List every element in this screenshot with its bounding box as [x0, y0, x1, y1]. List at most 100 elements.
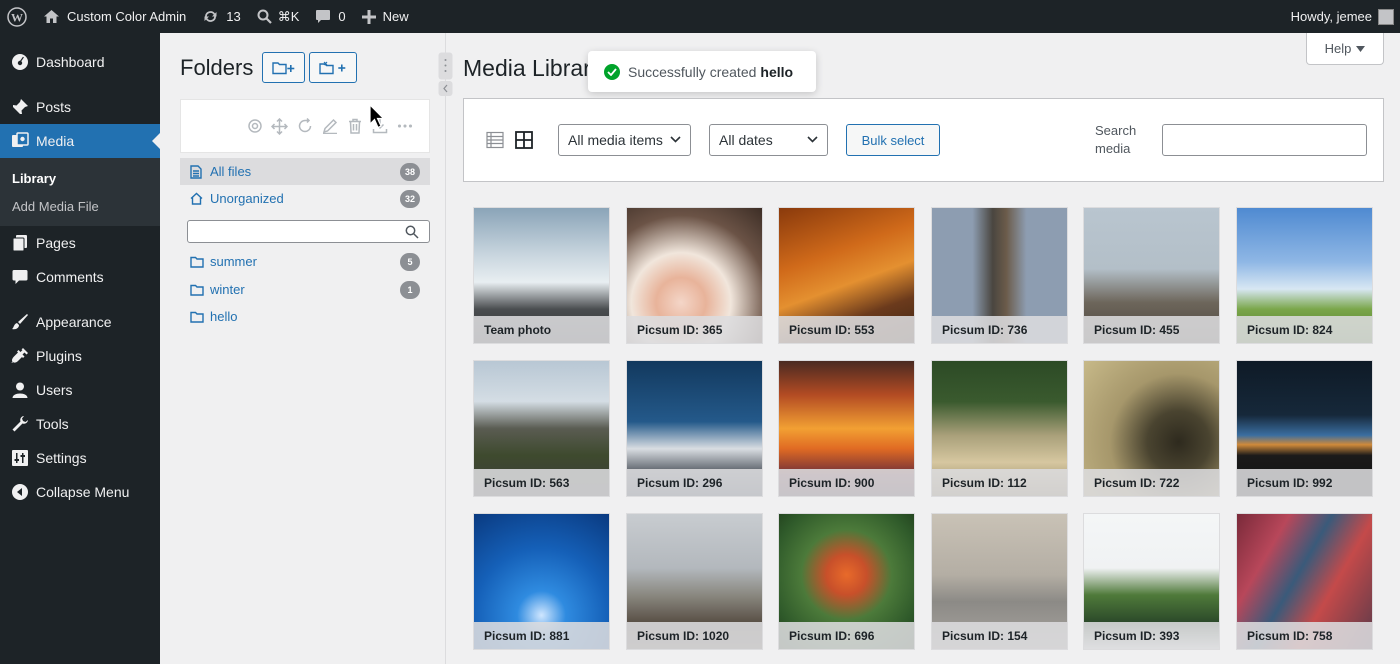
- comments-link[interactable]: 0: [307, 0, 353, 33]
- folder-label-unorganized: Unorganized: [210, 191, 284, 206]
- media-caption: Picsum ID: 112: [932, 469, 1067, 496]
- list-view-icon[interactable]: [485, 130, 505, 150]
- media-filter-toolbar: All media items All dates Bulk select Se…: [463, 98, 1384, 182]
- menu-item-appearance[interactable]: Appearance: [0, 305, 160, 339]
- folder-toolbar: [180, 99, 430, 153]
- howdy-text: Howdy, jemee: [1290, 9, 1372, 24]
- bulk-select-button[interactable]: Bulk select: [846, 124, 940, 156]
- menu-item-users[interactable]: Users: [0, 373, 160, 407]
- media-tile[interactable]: Picsum ID: 296: [626, 360, 763, 497]
- trash-icon[interactable]: [346, 118, 363, 135]
- comments-icon: [10, 267, 30, 287]
- submenu-add-media-file[interactable]: Add Media File: [0, 192, 160, 220]
- media-tile[interactable]: Picsum ID: 154: [931, 513, 1068, 650]
- folder-unorganized[interactable]: Unorganized 32: [180, 185, 430, 212]
- folder-label-summer: summer: [210, 254, 257, 269]
- folder-item-summer[interactable]: summer 5: [180, 248, 430, 275]
- dashboard-icon: [10, 52, 30, 72]
- menu-item-dashboard[interactable]: Dashboard: [0, 45, 160, 79]
- new-content-link[interactable]: New: [354, 0, 417, 33]
- media-tile[interactable]: Picsum ID: 1020: [626, 513, 763, 650]
- help-button[interactable]: Help: [1306, 33, 1384, 65]
- menu-item-plugins[interactable]: Plugins: [0, 339, 160, 373]
- media-tile[interactable]: Picsum ID: 992: [1236, 360, 1373, 497]
- menu-label-appearance: Appearance: [36, 314, 112, 330]
- media-caption: Picsum ID: 154: [932, 622, 1067, 649]
- folder-plus-icon: [271, 61, 296, 75]
- submenu-library[interactable]: Library: [0, 164, 160, 192]
- menu-item-pages[interactable]: Pages: [0, 226, 160, 260]
- media-tile[interactable]: Picsum ID: 365: [626, 207, 763, 344]
- admin-sidebar: Dashboard Posts Media Library Add Media …: [0, 33, 160, 664]
- site-name: Custom Color Admin: [67, 9, 187, 24]
- folder-label-hello: hello: [210, 309, 238, 324]
- rename-pencil-icon[interactable]: [321, 118, 338, 135]
- folder-item-hello[interactable]: hello: [180, 303, 430, 330]
- sort-folders-button[interactable]: [309, 52, 357, 83]
- account-menu[interactable]: Howdy, jemee: [1283, 0, 1400, 33]
- media-tile[interactable]: Picsum ID: 824: [1236, 207, 1373, 344]
- media-tile[interactable]: Picsum ID: 722: [1083, 360, 1220, 497]
- menu-label-media: Media: [36, 133, 75, 149]
- media-caption: Picsum ID: 992: [1237, 469, 1372, 496]
- media-tile[interactable]: Picsum ID: 758: [1236, 513, 1373, 650]
- media-tile[interactable]: Picsum ID: 563: [473, 360, 610, 497]
- file-icon: [190, 164, 204, 179]
- media-tile[interactable]: Picsum ID: 553: [778, 207, 915, 344]
- media-tile[interactable]: Picsum ID: 696: [778, 513, 915, 650]
- media-tile[interactable]: Picsum ID: 393: [1083, 513, 1220, 650]
- folder-icon: [190, 283, 204, 297]
- media-caption: Picsum ID: 296: [627, 469, 762, 496]
- media-caption: Picsum ID: 824: [1237, 316, 1372, 343]
- admin-bar: W Custom Color Admin 13 ⌘K 0 New Howdy, …: [0, 0, 1400, 33]
- menu-item-tools[interactable]: Tools: [0, 407, 160, 441]
- menu-label-posts: Posts: [36, 99, 72, 115]
- folder-label-winter: winter: [210, 282, 245, 297]
- media-caption: Picsum ID: 900: [779, 469, 914, 496]
- search-media-label: Search media: [1095, 123, 1137, 156]
- new-label: New: [382, 9, 409, 24]
- grid-view-icon[interactable]: [514, 130, 534, 150]
- settings-gear-icon[interactable]: [246, 118, 263, 135]
- folder-item-winter[interactable]: winter 1: [180, 276, 430, 303]
- updates-icon: [202, 8, 219, 25]
- media-tile[interactable]: Picsum ID: 881: [473, 513, 610, 650]
- search-media-input[interactable]: [1162, 124, 1367, 156]
- folder-icon: [190, 310, 204, 324]
- media-caption: Picsum ID: 393: [1084, 622, 1219, 649]
- new-folder-button[interactable]: [262, 52, 305, 83]
- updates-link[interactable]: 13: [194, 0, 248, 33]
- svg-text:W: W: [11, 10, 23, 24]
- media-tile[interactable]: Team photo: [473, 207, 610, 344]
- site-name-link[interactable]: Custom Color Admin: [35, 0, 194, 33]
- folder-label-all-files: All files: [210, 164, 252, 179]
- menu-item-settings[interactable]: Settings: [0, 441, 160, 475]
- date-filter[interactable]: All dates: [709, 124, 828, 156]
- folders-panel: Folders All files 38 Unorganized 32 summ…: [160, 33, 446, 664]
- media-tile[interactable]: Picsum ID: 455: [1083, 207, 1220, 344]
- move-icon[interactable]: [271, 117, 288, 135]
- media-icon: [10, 131, 30, 151]
- menu-item-media[interactable]: Media: [0, 124, 160, 158]
- media-tile[interactable]: Picsum ID: 112: [931, 360, 1068, 497]
- caret-down-icon: [1356, 45, 1366, 52]
- plus-icon: [361, 9, 376, 24]
- command-search-link[interactable]: ⌘K: [249, 0, 308, 33]
- media-tile[interactable]: Picsum ID: 736: [931, 207, 1068, 344]
- more-dots-icon[interactable]: [396, 118, 413, 135]
- menu-item-posts[interactable]: Posts: [0, 90, 160, 124]
- wordpress-logo-icon[interactable]: W: [0, 0, 35, 33]
- media-caption: Picsum ID: 553: [779, 316, 914, 343]
- media-caption: Picsum ID: 455: [1084, 316, 1219, 343]
- count-badge-summer: 5: [400, 252, 420, 271]
- media-tile[interactable]: Picsum ID: 900: [778, 360, 915, 497]
- menu-label-comments: Comments: [36, 269, 104, 285]
- pin-icon: [10, 97, 30, 117]
- users-icon: [10, 380, 30, 400]
- menu-item-comments[interactable]: Comments: [0, 260, 160, 294]
- folder-search-input[interactable]: [187, 220, 430, 243]
- menu-item-collapse[interactable]: Collapse Menu: [0, 475, 160, 509]
- media-type-filter[interactable]: All media items: [558, 124, 691, 156]
- refresh-icon[interactable]: [296, 118, 313, 135]
- folder-all-files[interactable]: All files 38: [180, 158, 430, 185]
